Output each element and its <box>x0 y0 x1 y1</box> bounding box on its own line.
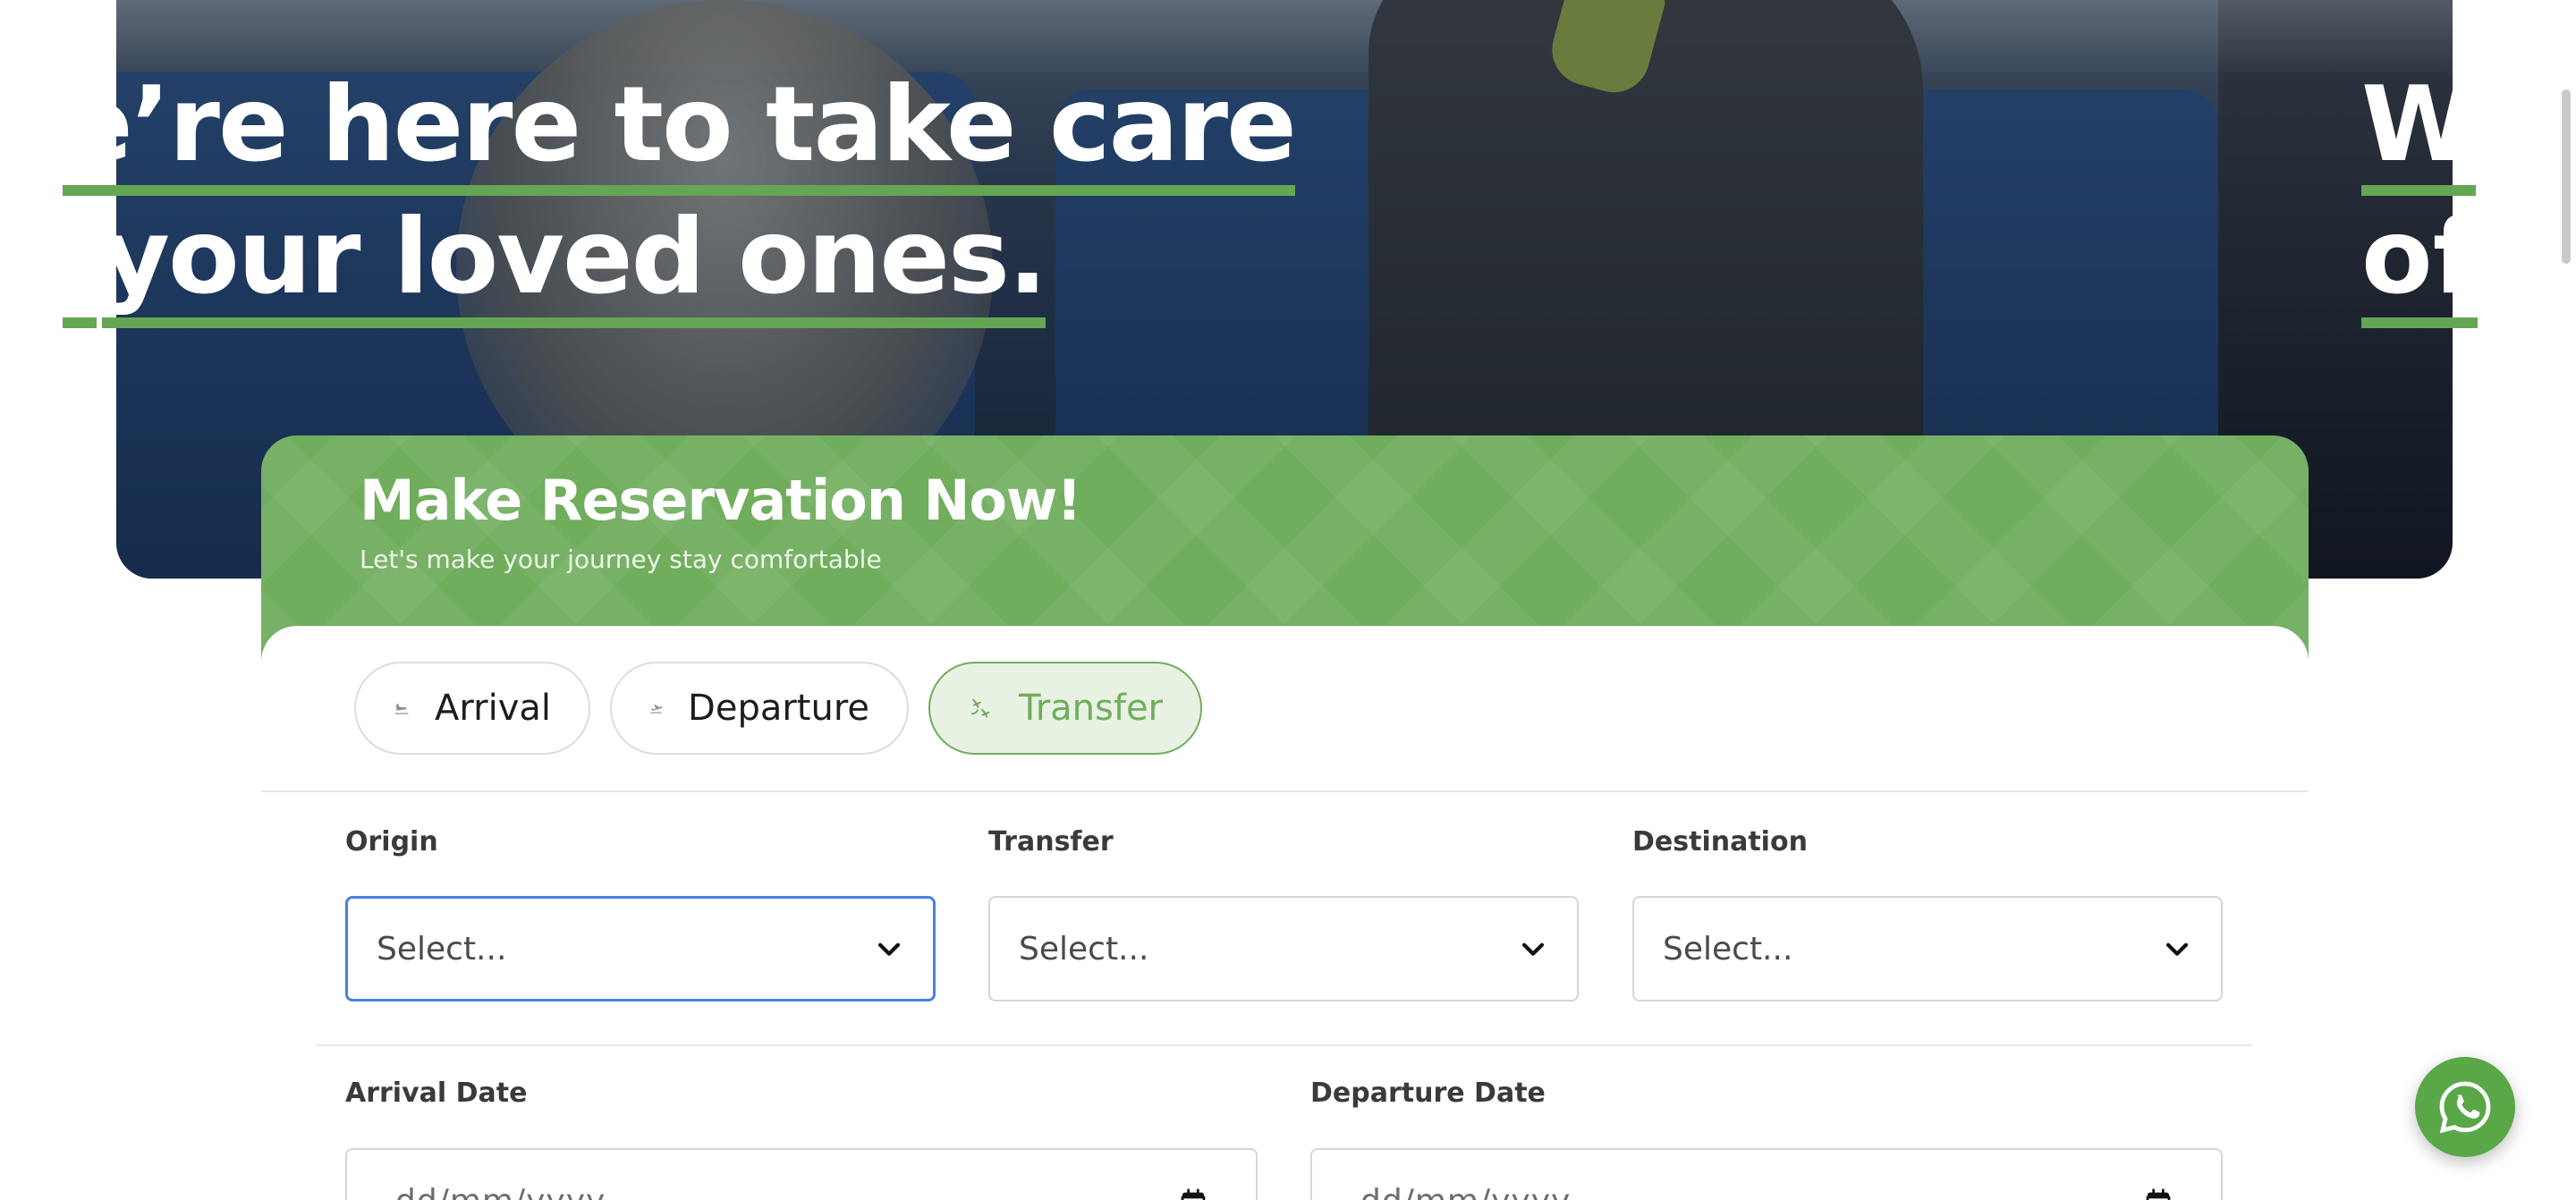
page: e’re here to take care your loved ones. … <box>0 0 2576 1200</box>
tab-transfer-label: Transfer <box>1019 688 1163 729</box>
scrollbar-thumb[interactable] <box>2562 89 2571 264</box>
destination-label: Destination <box>1632 826 1808 858</box>
hero-next-headline-line2-text: of <box>2361 197 2479 328</box>
transfer-label: Transfer <box>988 826 1114 858</box>
reservation-form: Arrival Departure Transfer Origin Select… <box>261 626 2309 1200</box>
destination-placeholder: Select... <box>1663 930 1793 968</box>
calendar-icon[interactable] <box>2144 1187 2173 1200</box>
service-tabs: Arrival Departure Transfer <box>354 662 1202 755</box>
hero-next-headline-line2: of <box>2361 191 2479 328</box>
fields-divider <box>317 1044 2252 1046</box>
tabs-divider <box>261 790 2309 792</box>
transfer-placeholder: Select... <box>1019 930 1149 968</box>
tab-arrival[interactable]: Arrival <box>354 662 590 755</box>
departure-date-label: Departure Date <box>1310 1077 1546 1109</box>
calendar-icon[interactable] <box>1179 1187 1208 1200</box>
tab-transfer[interactable]: Transfer <box>928 662 1202 755</box>
origin-label: Origin <box>345 826 438 858</box>
arrival-date-input[interactable]: dd/mm/yyyy <box>345 1148 1258 1200</box>
reservation-subtitle: Let's make your journey stay comfortable <box>360 545 882 574</box>
hero-headline-line2-stub <box>63 197 97 328</box>
hero-headline-line2: your loved ones. <box>63 191 1047 328</box>
origin-select[interactable]: Select... <box>345 896 936 1001</box>
hero-headline-line1-text: e’re here to take care <box>63 64 1297 196</box>
reservation-title: Make Reservation Now! <box>360 468 1082 533</box>
departure-date-input[interactable]: dd/mm/yyyy <box>1310 1148 2223 1200</box>
hero-headline-line2-text: your loved ones. <box>102 197 1047 328</box>
departure-date-placeholder: dd/mm/yyyy <box>1360 1183 2144 1200</box>
hero-headline-line1: e’re here to take care <box>63 59 1297 196</box>
page-scrollbar[interactable] <box>2556 0 2576 1200</box>
tab-departure-label: Departure <box>688 688 869 729</box>
destination-select[interactable]: Select... <box>1632 896 2223 1001</box>
whatsapp-button[interactable] <box>2415 1057 2515 1157</box>
plane-landing-icon <box>394 703 409 714</box>
tab-departure[interactable]: Departure <box>610 662 909 755</box>
plane-takeoff-icon <box>650 705 663 714</box>
chevron-down-icon <box>1521 942 1545 956</box>
transfer-select[interactable]: Select... <box>988 896 1579 1001</box>
arrival-date-label: Arrival Date <box>345 1077 528 1109</box>
tab-arrival-label: Arrival <box>435 688 551 729</box>
plane-transfer-icon <box>970 698 990 718</box>
origin-placeholder: Select... <box>377 930 507 968</box>
hero-next-headline-line1-text: W <box>2361 64 2476 196</box>
hero-next-headline-line1: W <box>2361 59 2476 196</box>
chevron-down-icon <box>2165 942 2189 956</box>
chevron-down-icon <box>877 942 901 956</box>
arrival-date-placeholder: dd/mm/yyyy <box>395 1183 1179 1200</box>
whatsapp-icon <box>2439 1081 2491 1134</box>
